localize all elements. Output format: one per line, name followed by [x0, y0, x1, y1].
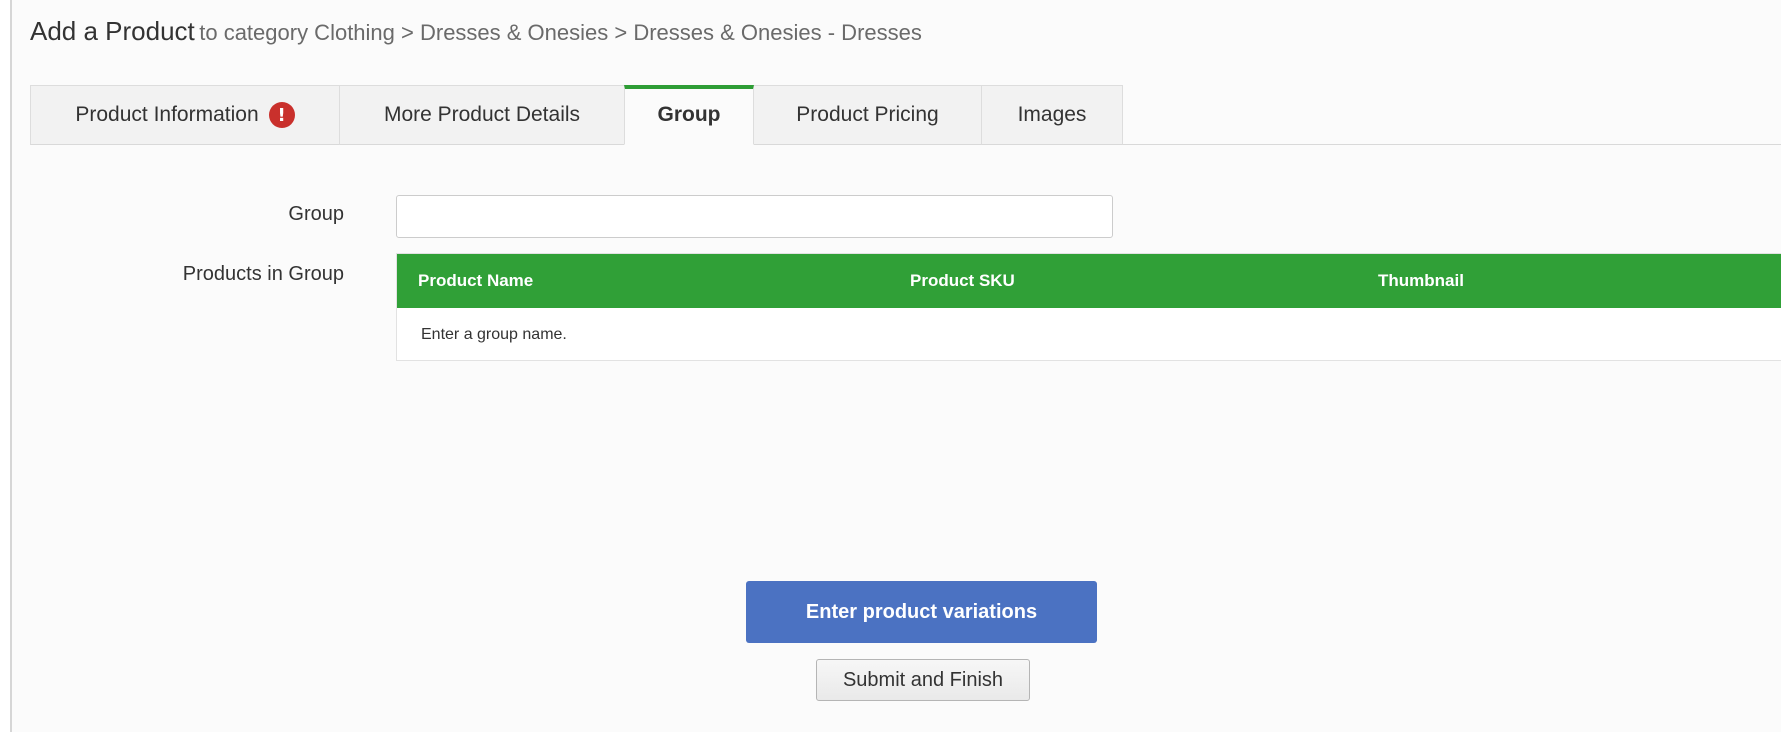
tab-label: Group — [657, 103, 721, 126]
products-in-group-label: Products in Group — [182, 263, 344, 285]
empty-table-message: Enter a group name. — [421, 326, 567, 343]
tab-product-pricing[interactable]: Product Pricing — [753, 85, 982, 145]
tab-label: Images — [1017, 103, 1087, 126]
tab-group[interactable]: Group — [624, 85, 754, 145]
tab-images[interactable]: Images — [981, 85, 1123, 145]
table-header: Product Name Product SKU Thumbnail — [397, 254, 1781, 308]
submit-and-finish-button[interactable]: Submit and Finish — [816, 659, 1030, 701]
column-header-product-sku[interactable]: Product SKU — [910, 254, 1015, 308]
enter-product-variations-button[interactable]: Enter product variations — [746, 581, 1097, 643]
page-frame: Add a Product to category Clothing > Dre… — [10, 0, 1781, 732]
tab-label: More Product Details — [383, 103, 581, 126]
group-label: Group — [288, 203, 344, 225]
tab-label: Product Pricing — [796, 103, 939, 126]
column-header-product-name[interactable]: Product Name — [418, 254, 533, 308]
table-row: Enter a group name. — [397, 308, 1781, 361]
tab-label: Product Information — [75, 103, 259, 126]
column-header-thumbnail[interactable]: Thumbnail — [1378, 254, 1464, 308]
products-in-group-table: Product Name Product SKU Thumbnail Enter… — [396, 253, 1781, 361]
page-title: Add a Product to category Clothing > Dre… — [30, 14, 922, 53]
tab-more-product-details[interactable]: More Product Details — [339, 85, 625, 145]
group-input[interactable] — [396, 195, 1113, 238]
exclamation-alert-icon: ! — [268, 102, 295, 128]
page-title-text: Add a Product — [30, 16, 195, 46]
tab-product-information[interactable]: Product Information ! — [30, 85, 340, 145]
category-breadcrumb: to category Clothing > Dresses & Onesies… — [199, 20, 922, 45]
product-tabs: Product Information ! More Product Detai… — [30, 85, 1123, 145]
